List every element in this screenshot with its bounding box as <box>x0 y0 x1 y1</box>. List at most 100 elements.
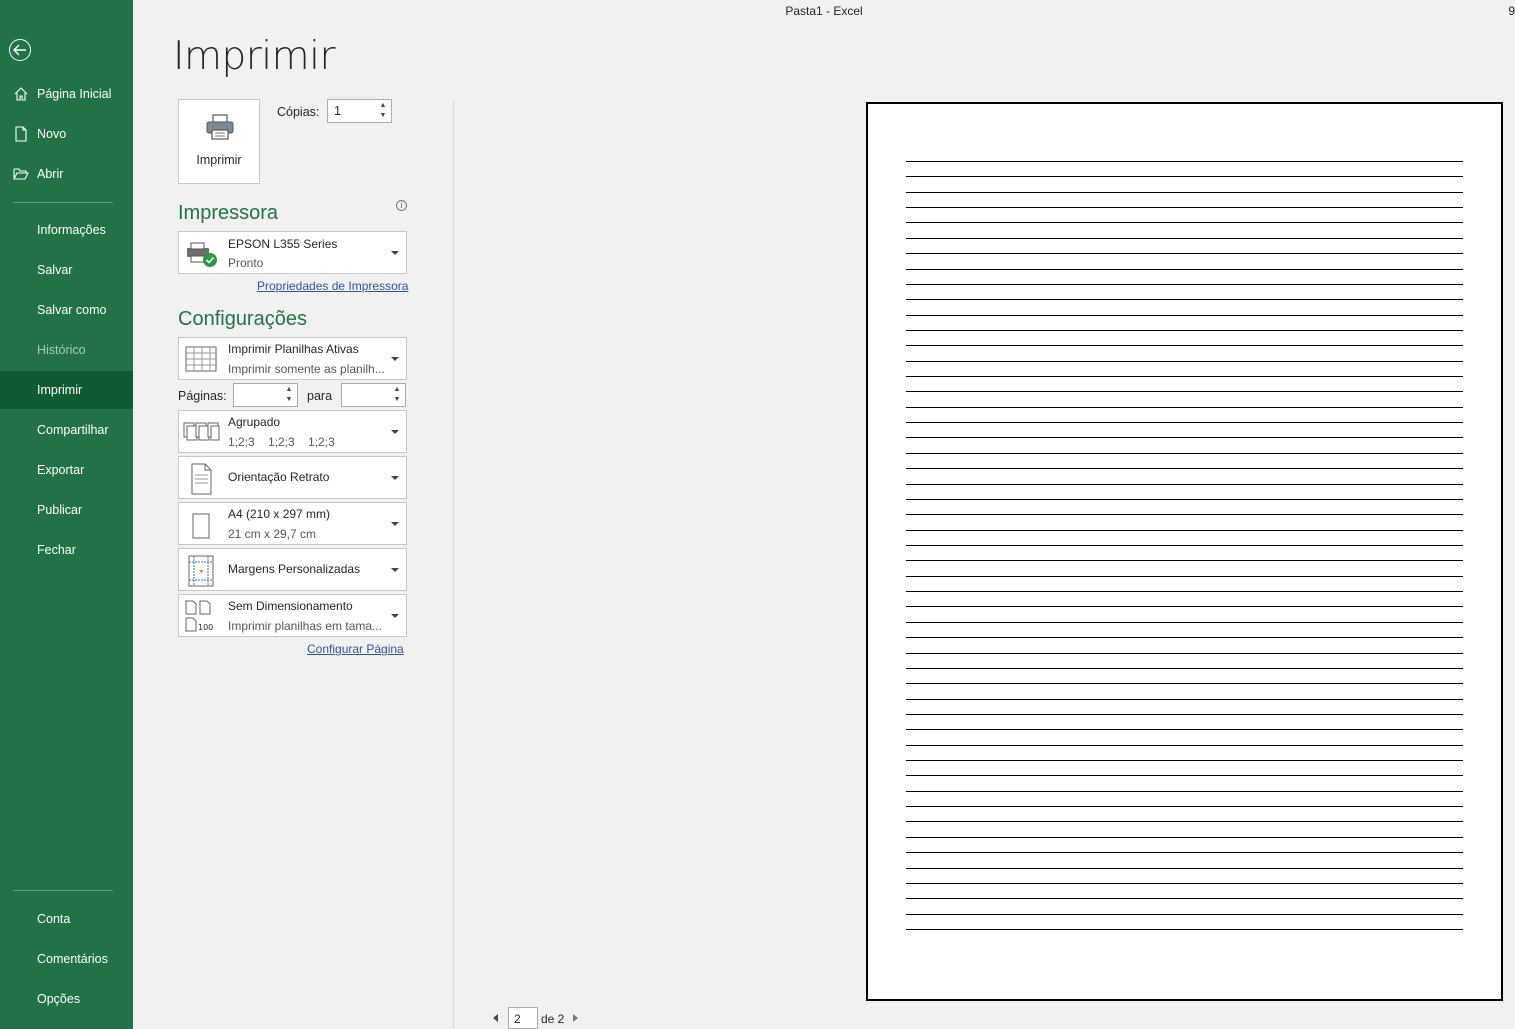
next-page-icon[interactable] <box>573 1014 578 1022</box>
scaling-dropdown[interactable]: 100 Sem Dimensionamento Imprimir planilh… <box>178 594 407 637</box>
sidebar-item-publish[interactable]: Publicar <box>0 491 133 529</box>
preview-ruled-line <box>906 468 1463 470</box>
pages-to-stepper[interactable]: ▲ ▼ <box>341 383 406 407</box>
new-document-icon <box>15 126 27 142</box>
preview-ruled-line <box>906 329 1463 331</box>
margins-title: Margens Personalizadas <box>228 562 361 576</box>
sidebar-item-save-as[interactable]: Salvar como <box>0 291 133 329</box>
sidebar-item-home[interactable]: Página Inicial <box>0 75 133 113</box>
margins-dropdown[interactable]: ✶ Margens Personalizadas <box>178 548 407 591</box>
preview-ruled-line <box>906 253 1463 255</box>
sidebar-item-share[interactable]: Compartilhar <box>0 411 133 449</box>
preview-ruled-line <box>906 929 1463 930</box>
preview-ruled-line <box>906 283 1463 285</box>
sidebar-item-label: Publicar <box>37 503 83 517</box>
preview-ruled-line <box>906 806 1463 808</box>
pages-from-stepper[interactable]: ▲ ▼ <box>233 383 298 407</box>
sidebar-divider <box>13 890 113 891</box>
info-icon[interactable]: i <box>396 200 407 211</box>
preview-ruled-line <box>906 176 1463 178</box>
back-arrow-icon[interactable] <box>9 39 31 61</box>
sidebar-item-info[interactable]: Informações <box>0 211 133 249</box>
sidebar-item-print[interactable]: Imprimir <box>0 371 133 409</box>
sidebar-item-label: Salvar <box>37 263 73 277</box>
sidebar-item-label: Comentários <box>37 952 108 966</box>
pages-label: Páginas: <box>178 389 227 403</box>
preview-ruled-line <box>906 514 1463 516</box>
sidebar-item-label: Exportar <box>37 463 85 477</box>
printer-icon <box>206 114 234 140</box>
preview-ruled-line <box>906 729 1463 731</box>
preview-ruled-line <box>906 575 1463 577</box>
page-setup-link[interactable]: Configurar Página <box>307 642 404 656</box>
sidebar-divider <box>13 202 113 203</box>
stepper-arrows-icon[interactable]: ▲ ▼ <box>284 385 294 405</box>
paper-size-icon <box>192 513 210 539</box>
print-what-subtitle: Imprimir somente as planilh... <box>228 362 385 376</box>
stepper-arrows-icon[interactable]: ▲ ▼ <box>378 101 388 121</box>
chevron-down-icon <box>391 357 399 361</box>
preview-ruled-line <box>906 898 1463 900</box>
scaling-title: Sem Dimensionamento <box>228 599 353 613</box>
sidebar-item-options[interactable]: Opções <box>0 980 133 1018</box>
collation-dropdown[interactable]: Agrupado 1;2;3 1;2;3 1;2;3 <box>178 410 407 453</box>
portrait-page-icon <box>191 463 212 495</box>
print-what-dropdown[interactable]: Imprimir Planilhas Ativas Imprimir somen… <box>178 337 407 380</box>
sidebar-item-save[interactable]: Salvar <box>0 251 133 289</box>
window-title: Pasta1 - Excel <box>785 4 863 18</box>
sidebar-item-label: Página Inicial <box>37 87 112 101</box>
chevron-down-icon <box>391 476 399 480</box>
preview-ruled-line <box>906 790 1463 792</box>
sidebar-item-label: Informações <box>37 223 106 237</box>
collation-subtitle: 1;2;3 1;2;3 1;2;3 <box>228 435 335 449</box>
sidebar-item-history: Histórico <box>0 331 133 369</box>
sidebar-item-label: Compartilhar <box>37 423 109 437</box>
preview-ruled-line <box>906 529 1463 531</box>
printer-properties-link[interactable]: Propriedades de Impressora <box>257 279 408 293</box>
sidebar-item-export[interactable]: Exportar <box>0 451 133 489</box>
chevron-down-icon <box>391 430 399 434</box>
preview-ruled-line <box>906 744 1463 746</box>
sidebar-item-open[interactable]: Abrir <box>0 155 133 193</box>
current-page-input[interactable]: 2 <box>508 1007 538 1029</box>
sidebar-item-account[interactable]: Conta <box>0 900 133 938</box>
preview-ruled-line <box>906 498 1463 500</box>
preview-ruled-line <box>906 882 1463 884</box>
printer-dropdown[interactable]: EPSON L355 Series Pronto <box>178 231 407 274</box>
paper-size-subtitle: 21 cm x 29,7 cm <box>228 527 317 541</box>
preview-ruled-line <box>906 606 1463 608</box>
preview-ruled-line <box>906 545 1463 546</box>
sidebar-item-label: Abrir <box>37 167 64 181</box>
page-count-text: de 2 <box>541 1012 565 1026</box>
orientation-dropdown[interactable]: Orientação Retrato <box>178 456 407 499</box>
pages-to-label: para <box>307 389 333 403</box>
previous-page-icon[interactable] <box>493 1014 498 1022</box>
print-what-title: Imprimir Planilhas Ativas <box>228 342 359 356</box>
preview-ruled-line <box>906 652 1463 654</box>
scaling-subtitle: Imprimir planilhas em tama... <box>228 619 383 633</box>
sidebar-item-new[interactable]: Novo <box>0 115 133 153</box>
stepper-arrows-icon[interactable]: ▲ ▼ <box>392 385 402 405</box>
preview-ruled-line <box>906 760 1463 762</box>
copies-stepper[interactable]: 1 ▲ ▼ <box>327 99 392 123</box>
preview-ruled-line <box>906 437 1463 439</box>
chevron-down-icon <box>391 522 399 526</box>
preview-ruled-line <box>906 560 1463 562</box>
print-button[interactable]: Imprimir <box>178 99 260 184</box>
preview-ruled-line <box>906 299 1463 301</box>
copies-label: Cópias: <box>277 105 320 119</box>
print-button-label: Imprimir <box>196 153 242 167</box>
print-preview-page <box>866 102 1503 1001</box>
settings-section-title: Configurações <box>178 308 307 330</box>
preview-ruled-line <box>906 621 1463 623</box>
preview-ruled-line <box>906 222 1463 224</box>
margins-icon: ✶ <box>188 555 214 587</box>
preview-ruled-line <box>906 406 1463 408</box>
preview-ruled-line <box>906 452 1463 454</box>
paper-size-dropdown[interactable]: A4 (210 x 297 mm) 21 cm x 29,7 cm <box>178 502 407 545</box>
worksheet-grid-icon <box>185 346 217 372</box>
sidebar-item-feedback[interactable]: Comentários <box>0 940 133 978</box>
sidebar-item-label: Conta <box>37 912 71 926</box>
home-icon <box>14 87 28 101</box>
sidebar-item-close[interactable]: Fechar <box>0 531 133 569</box>
